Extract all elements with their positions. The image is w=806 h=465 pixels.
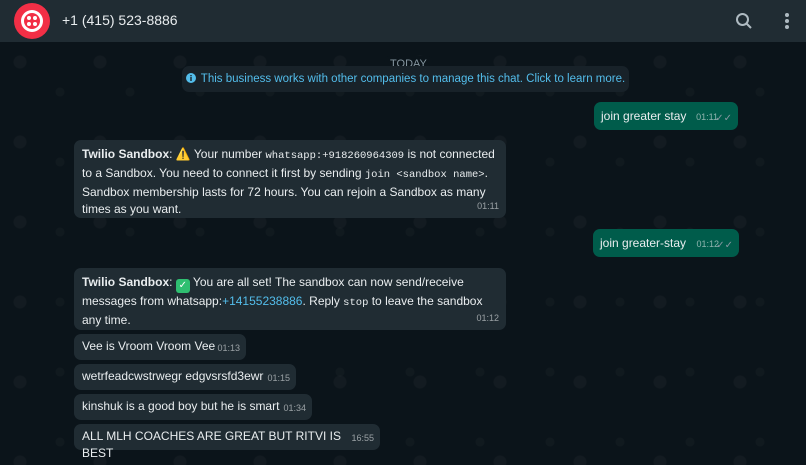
message-text-part: . Reply bbox=[302, 294, 344, 308]
message-code: join <sandbox name> bbox=[364, 169, 485, 181]
system-notice[interactable]: This business works with other companies… bbox=[182, 66, 629, 92]
more-vertical-icon[interactable] bbox=[776, 10, 798, 32]
check-emoji-icon: ✓ bbox=[175, 279, 190, 293]
warning-emoji-icon: ⚠️ bbox=[175, 147, 191, 161]
message-time: 01:34 bbox=[283, 403, 306, 413]
twilio-logo-icon bbox=[21, 10, 43, 32]
message-incoming[interactable]: Vee is Vroom Vroom Vee 01:13 bbox=[74, 334, 246, 360]
message-incoming[interactable]: wetrfeadcwstrwegr edgvsrsfd3ewr 01:15 bbox=[74, 364, 296, 390]
message-code: whatsapp:+918260964309 bbox=[265, 150, 405, 162]
message-code: stop bbox=[343, 297, 369, 309]
message-incoming[interactable]: Twilio Sandbox: ✓ You are all set! The s… bbox=[74, 268, 506, 330]
search-icon[interactable] bbox=[733, 10, 755, 32]
message-incoming[interactable]: ALL MLH COACHES ARE GREAT BUT RITVI IS B… bbox=[74, 424, 380, 460]
message-incoming[interactable]: Twilio Sandbox: ⚠️ Your number whatsapp:… bbox=[74, 140, 506, 218]
message-text: join greater stay bbox=[601, 109, 687, 123]
message-time: 01:15 bbox=[267, 373, 290, 383]
message-outgoing[interactable]: join greater stay 01:11 ✓✓ bbox=[594, 102, 738, 130]
sender-name: Twilio Sandbox bbox=[82, 275, 170, 289]
message-time: 01:12 bbox=[476, 313, 499, 323]
phone-link[interactable]: +14155238886 bbox=[222, 294, 302, 308]
message-outgoing[interactable]: join greater-stay 01:12 ✓✓ bbox=[593, 229, 739, 257]
chat-area[interactable]: TODAY This business works with other com… bbox=[0, 42, 806, 465]
chat-header: +1 (415) 523-8886 bbox=[0, 0, 806, 42]
message-text: Vee is Vroom Vroom Vee bbox=[82, 339, 216, 353]
contact-avatar[interactable] bbox=[14, 3, 50, 39]
message-time: 01:13 bbox=[217, 343, 240, 353]
message-incoming[interactable]: kinshuk is a good boy but he is smart 01… bbox=[74, 394, 312, 420]
message-time: 16:55 bbox=[351, 433, 374, 443]
message-text: join greater-stay bbox=[600, 236, 687, 250]
read-ticks-icon: ✓✓ bbox=[716, 240, 733, 251]
system-notice-text: This business works with other companies… bbox=[200, 73, 626, 85]
contact-name[interactable]: +1 (415) 523-8886 bbox=[62, 12, 178, 28]
message-time: 01:11 bbox=[477, 201, 499, 211]
message-text-part: Your number bbox=[193, 147, 266, 161]
read-ticks-icon: ✓✓ bbox=[715, 113, 732, 124]
message-text: kinshuk is a good boy but he is smart bbox=[82, 399, 280, 413]
sender-name: Twilio Sandbox bbox=[82, 147, 170, 161]
info-icon bbox=[185, 72, 196, 86]
message-text: ALL MLH COACHES ARE GREAT BUT RITVI IS B… bbox=[82, 429, 341, 460]
message-text: wetrfeadcwstrwegr edgvsrsfd3ewr bbox=[82, 369, 264, 383]
